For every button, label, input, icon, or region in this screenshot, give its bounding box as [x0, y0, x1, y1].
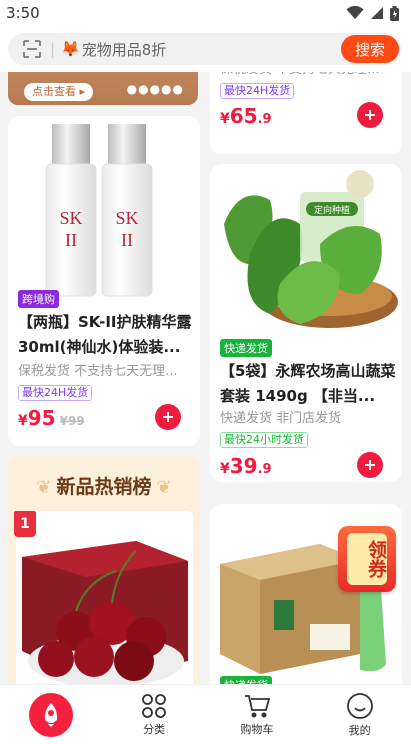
svg-text:SK: SK — [59, 208, 82, 228]
product-card-skii[interactable]: SK II SK II 跨境购 【两瓶】SK-II护肤精华露30ml(神仙水)体… — [8, 116, 200, 446]
svg-text:II: II — [65, 230, 77, 250]
ranking-product-frame — [16, 511, 193, 684]
svg-text:II: II — [121, 230, 133, 250]
tab-mine[interactable]: 我的 — [308, 692, 411, 738]
add-to-cart-button[interactable] — [155, 404, 181, 430]
product-image: 定向种植 — [210, 164, 402, 342]
status-bar: 3:50 — [0, 0, 411, 26]
tab-mine-label: 我的 — [348, 723, 371, 737]
laurel-left-icon: ❦ — [36, 477, 52, 498]
cart-icon — [244, 694, 271, 717]
product-price: ¥39.9 — [220, 454, 272, 478]
shipping-tag: 最快24小时发货 — [220, 432, 308, 448]
tab-cart-label: 购物车 — [240, 722, 274, 736]
promo-banner[interactable]: 点击查看 ▸ ●●●●● — [8, 72, 198, 105]
express-badge: 快递发货 — [220, 339, 272, 357]
product-price: ¥65.9 — [220, 104, 272, 128]
tab-home[interactable] — [0, 692, 103, 737]
product-card-vegetables[interactable]: 定向种植 快递发货 【5袋】永辉农场高山蔬菜套装 1490g 【非当... 快递… — [210, 164, 402, 482]
product-image: SK II SK II — [8, 116, 200, 306]
product-desc: 保税发货 不支持七天无理... — [18, 364, 178, 379]
search-button[interactable]: 搜索 — [341, 35, 399, 63]
product-title: 【5袋】永辉农场高山蔬菜套装 1490g 【非当... — [220, 362, 396, 405]
product-desc: 快递发货 非门店发货 — [220, 411, 342, 426]
tab-category[interactable]: 分类 — [103, 693, 206, 737]
search-box[interactable]: | 🦊 宠物用品8折 搜索 — [8, 33, 401, 65]
skii-bottles-image: SK II SK II — [45, 124, 153, 297]
search-divider: | — [50, 40, 56, 58]
battery-icon — [390, 5, 399, 21]
tab-category-label: 分类 — [143, 722, 166, 736]
laurel-right-icon: ❦ — [156, 477, 172, 498]
bottom-tab-bar: 分类 购物车 我的 — [0, 684, 411, 744]
profile-icon — [346, 692, 373, 719]
system-icons — [346, 5, 399, 21]
product-card-top-right[interactable]: 保税发货 不支持七天无理... 最快24H发货 ¥65.9 — [210, 72, 402, 154]
search-header: | 🦊 宠物用品8折 搜索 — [0, 26, 411, 72]
crossborder-badge: 跨境购 — [18, 290, 59, 308]
banner-view-button[interactable]: 点击查看 ▸ — [24, 83, 94, 101]
cherries-image — [22, 541, 188, 684]
wifi-icon — [346, 6, 364, 19]
vegetables-image: 定向种植 — [224, 170, 398, 328]
rank-badge: 1 — [14, 511, 36, 537]
new-hot-ranking-card[interactable]: ❦ 新品热销榜 ❦ 1 — [8, 456, 200, 684]
coupon-badge[interactable]: 领券 — [338, 526, 396, 592]
fox-icon: 🦊 — [61, 40, 80, 58]
express-badge: 快递发货 — [220, 676, 272, 684]
ranking-title: ❦ 新品热销榜 ❦ — [36, 476, 172, 498]
product-card-drink[interactable]: 领券 快递发货 — [210, 504, 402, 684]
product-title: 【两瓶】SK-II护肤精华露30ml(神仙水)体验装... — [18, 313, 192, 356]
original-price: ¥99 — [59, 414, 85, 428]
rocket-icon — [29, 692, 74, 737]
product-price: ¥95 ¥99 — [18, 406, 85, 430]
add-to-cart-button[interactable] — [357, 102, 383, 128]
shipping-tag: 最快24H发货 — [18, 385, 93, 401]
tab-cart[interactable]: 购物车 — [206, 693, 309, 737]
product-desc: 保税发货 不支持七天无理... — [220, 72, 396, 80]
svg-text:定向种植: 定向种植 — [314, 204, 350, 216]
shipping-tag: 最快24H发货 — [220, 83, 295, 99]
product-feed: 点击查看 ▸ ●●●●● 保税发货 不支持七天无理... 最快24H发货 ¥65… — [0, 72, 411, 684]
banner-dots: ●●●●● — [126, 82, 184, 96]
svg-text:SK: SK — [115, 208, 138, 228]
add-to-cart-button[interactable] — [357, 452, 383, 478]
category-icon — [142, 693, 167, 718]
scan-icon[interactable] — [18, 35, 46, 63]
status-time: 3:50 — [6, 4, 40, 22]
signal-icon — [371, 7, 383, 19]
